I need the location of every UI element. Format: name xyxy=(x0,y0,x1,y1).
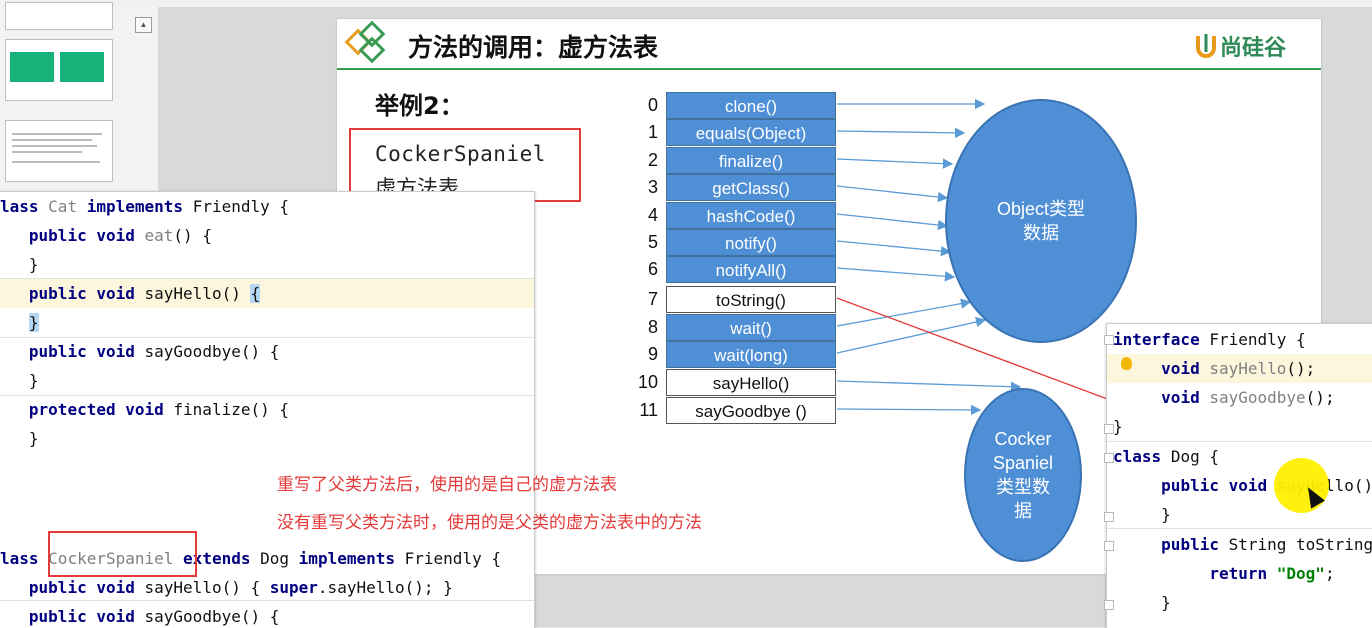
code-line: void sayGoodbye(); xyxy=(1161,388,1335,407)
arrow-finalize xyxy=(836,158,954,169)
code-line: class Dog { xyxy=(1113,447,1219,466)
code-line: } xyxy=(1161,505,1171,524)
code-line: } xyxy=(28,255,39,274)
code-line: public void sayHello() { xyxy=(28,284,261,303)
cocker-ellipse-line: 类型数 xyxy=(995,477,1050,497)
fold-marker-icon[interactable] xyxy=(1104,335,1114,345)
fold-marker-icon[interactable] xyxy=(1104,541,1114,551)
cursor-highlight xyxy=(1274,458,1329,513)
code-line: public void eat() { xyxy=(28,226,212,245)
cockerspaniel-highlight-box xyxy=(48,531,197,577)
code-line: interface Friendly { xyxy=(1113,330,1306,349)
cocker-ellipse-line: Spaniel xyxy=(992,453,1054,473)
code-line: protected void finalize() { xyxy=(28,400,289,419)
fold-marker-icon[interactable] xyxy=(1104,424,1114,434)
fold-marker-icon[interactable] xyxy=(1104,600,1114,610)
code-line: public void sayHello() xyxy=(1161,476,1372,495)
code-line: } xyxy=(28,429,39,448)
arrow-equals xyxy=(836,127,966,139)
fold-marker-icon[interactable] xyxy=(1104,512,1114,522)
object-ellipse-line1: Object类型 xyxy=(996,199,1086,219)
code-line: public void sayGoodbye() { xyxy=(28,342,280,361)
annotation-no-override: 没有重写父类方法时，使用的是父类的虚方法表中的方法 xyxy=(277,513,702,533)
annotation-override: 重写了父类方法后，使用的是自己的虚方法表 xyxy=(277,475,617,495)
lightbulb-icon[interactable] xyxy=(1121,357,1132,370)
code-line: } xyxy=(1113,417,1123,436)
arrow-getclass xyxy=(836,185,949,203)
code-line: } xyxy=(28,313,39,332)
code-line: public void sayGoodbye() { xyxy=(28,607,280,626)
code-line: } xyxy=(1161,593,1171,612)
code-line: } xyxy=(28,371,39,390)
code-line: return "Dog"; xyxy=(1209,564,1335,583)
code-line: public void sayHello() { super.sayHello(… xyxy=(28,578,453,597)
code-line: public String toString xyxy=(1161,535,1372,554)
object-ellipse-line2: 数据 xyxy=(1023,223,1059,243)
object-type-ellipse: Object类型 数据 xyxy=(945,99,1137,343)
cocker-ellipse-line: 据 xyxy=(1013,501,1032,521)
code-line: lass Cat implements Friendly { xyxy=(0,197,290,216)
arrow-saygoodbye xyxy=(836,404,982,416)
arrow-sayhello xyxy=(836,380,1022,392)
arrow-notify xyxy=(836,240,952,257)
cocker-ellipse-line: Cocker xyxy=(994,429,1052,449)
arrow-notifyall xyxy=(836,267,956,282)
fold-marker-icon[interactable] xyxy=(1104,453,1114,463)
arrow-hashcode xyxy=(836,213,949,231)
arrow-waitlong xyxy=(836,316,987,354)
code-line: void sayHello(); xyxy=(1161,359,1316,378)
cockerspaniel-type-ellipse: Cocker Spaniel 类型数 据 xyxy=(964,388,1082,562)
code-editor-right[interactable]: interface Friendly { void sayHello(); vo… xyxy=(1106,323,1372,628)
